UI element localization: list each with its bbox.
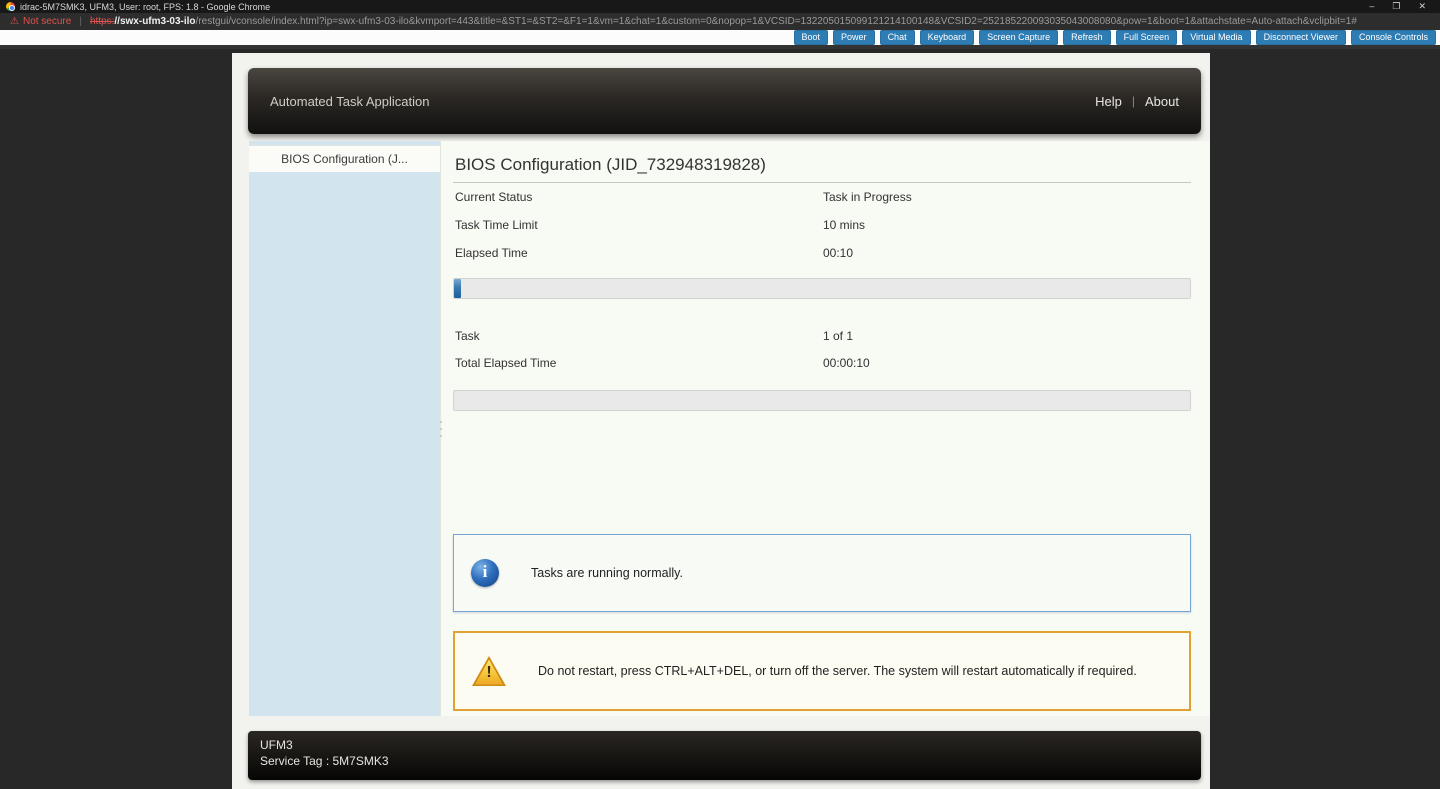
task-progress-bar xyxy=(453,278,1191,299)
title-divider xyxy=(453,182,1191,183)
console-viewport: Automated Task Application Help | About … xyxy=(0,53,1440,789)
header-divider: | xyxy=(1132,94,1135,108)
full-screen-button[interactable]: Full Screen xyxy=(1116,30,1178,46)
task-count-label: Task xyxy=(455,329,480,343)
app-header: Automated Task Application Help | About xyxy=(248,68,1201,134)
chat-button[interactable]: Chat xyxy=(880,30,915,46)
overall-progress-bar xyxy=(453,390,1191,411)
task-count-value: 1 of 1 xyxy=(823,329,853,343)
refresh-button[interactable]: Refresh xyxy=(1063,30,1111,46)
current-status-label: Current Status xyxy=(455,190,532,204)
warning-message-text: Do not restart, press CTRL+ALT+DEL, or t… xyxy=(538,664,1137,678)
current-status-value: Task in Progress xyxy=(823,190,912,204)
info-message-text: Tasks are running normally. xyxy=(531,566,683,580)
url-path: /restgui/vconsole/index.html?ip=swx-ufm3… xyxy=(196,16,1357,27)
sidebar-item-bios-configuration[interactable]: BIOS Configuration (J... xyxy=(249,145,440,172)
address-separator: | xyxy=(79,16,82,27)
browser-titlebar: idrac-5M7SMK3, UFM3, User: root, FPS: 1.… xyxy=(0,0,1440,13)
console-controls-button[interactable]: Console Controls xyxy=(1351,30,1436,46)
total-elapsed-time-value: 00:00:10 xyxy=(823,356,870,370)
url-host: //swx-ufm3-03-ilo xyxy=(114,16,195,27)
security-warning-icon[interactable]: ⚠ xyxy=(10,16,19,27)
task-time-limit-value: 10 mins xyxy=(823,218,865,232)
warning-icon: ! xyxy=(472,656,506,686)
console-toolbar: Boot Power Chat Keyboard Screen Capture … xyxy=(0,30,1440,49)
app-title: Automated Task Application xyxy=(270,94,429,109)
boot-button[interactable]: Boot xyxy=(794,30,829,46)
screen-capture-button[interactable]: Screen Capture xyxy=(979,30,1058,46)
task-sidebar: BIOS Configuration (J... xyxy=(249,141,440,716)
keyboard-button[interactable]: Keyboard xyxy=(920,30,975,46)
info-icon xyxy=(471,559,499,587)
info-message-box: Tasks are running normally. xyxy=(453,534,1191,612)
pane-splitter-handle[interactable] xyxy=(439,421,442,443)
task-title: BIOS Configuration (JID_732948319828) xyxy=(455,155,766,175)
task-application-page: Automated Task Application Help | About … xyxy=(232,53,1210,789)
help-link[interactable]: Help xyxy=(1095,94,1122,109)
app-footer: UFM3 Service Tag : 5M7SMK3 xyxy=(248,731,1201,780)
about-link[interactable]: About xyxy=(1145,94,1179,109)
service-tag: Service Tag : 5M7SMK3 xyxy=(260,754,1201,768)
task-detail-pane: BIOS Configuration (JID_732948319828) Cu… xyxy=(440,141,1210,716)
elapsed-time-value: 00:10 xyxy=(823,246,853,260)
restore-icon[interactable]: ❐ xyxy=(1392,1,1400,12)
elapsed-time-label: Elapsed Time xyxy=(455,246,528,260)
window-title: idrac-5M7SMK3, UFM3, User: root, FPS: 1.… xyxy=(20,2,270,12)
address-bar[interactable]: ⚠ Not secure | https://swx-ufm3-03-ilo/r… xyxy=(0,13,1440,30)
minimize-icon[interactable]: – xyxy=(1369,1,1374,12)
warning-message-box: ! Do not restart, press CTRL+ALT+DEL, or… xyxy=(453,631,1191,711)
task-progress-fill xyxy=(454,279,461,298)
system-name: UFM3 xyxy=(260,738,1201,752)
virtual-media-button[interactable]: Virtual Media xyxy=(1182,30,1250,46)
total-elapsed-time-label: Total Elapsed Time xyxy=(455,356,556,370)
chrome-favicon-icon xyxy=(6,2,15,11)
close-icon[interactable]: ✕ xyxy=(1418,1,1426,12)
content-row: BIOS Configuration (J... BIOS Configurat… xyxy=(249,141,1210,716)
power-button[interactable]: Power xyxy=(833,30,875,46)
disconnect-viewer-button[interactable]: Disconnect Viewer xyxy=(1256,30,1346,46)
not-secure-label[interactable]: Not secure xyxy=(23,16,71,27)
task-time-limit-label: Task Time Limit xyxy=(455,218,538,232)
url-scheme: https: xyxy=(90,16,114,27)
